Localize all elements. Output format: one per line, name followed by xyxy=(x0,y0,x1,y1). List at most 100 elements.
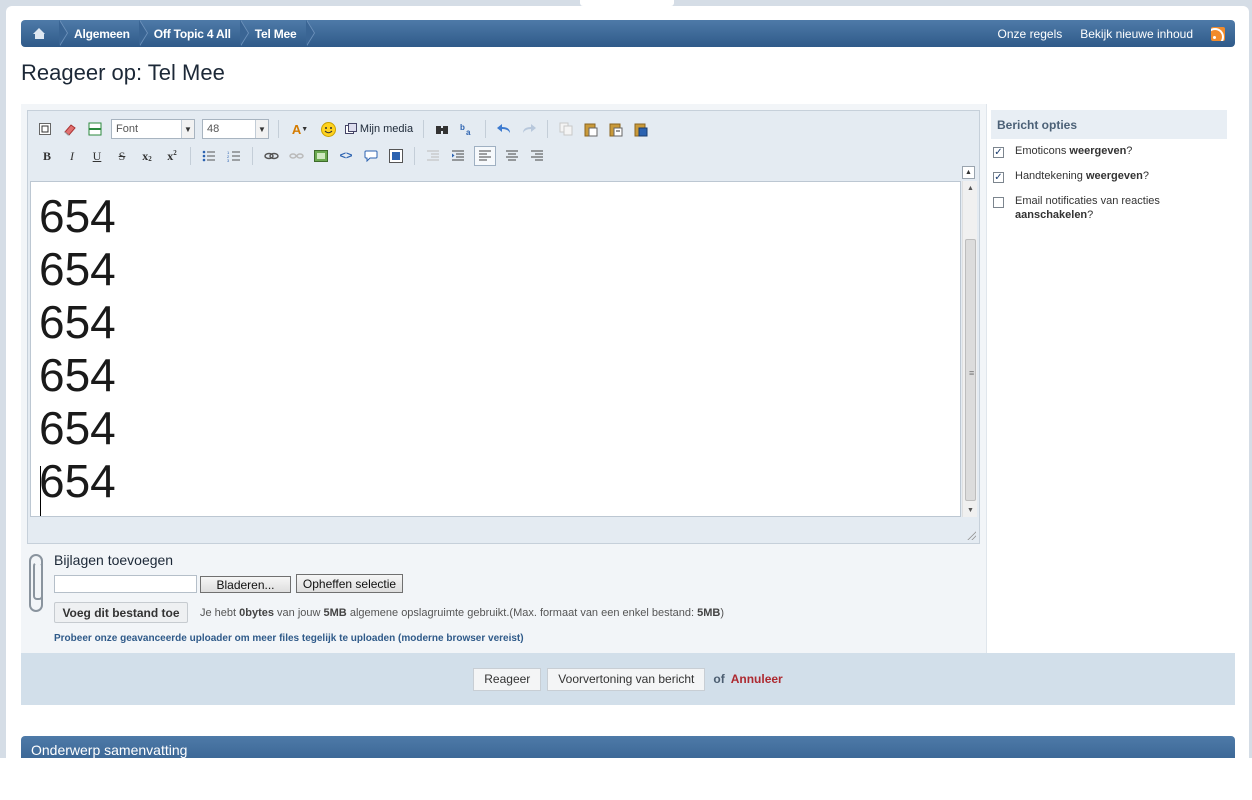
paperclip-icon xyxy=(29,554,43,612)
image-icon[interactable] xyxy=(312,147,330,165)
option-emoticons[interactable]: ✓ Emoticons weergeven? xyxy=(991,139,1227,164)
source-mode-icon[interactable] xyxy=(36,120,54,138)
unlink-icon[interactable] xyxy=(287,147,305,165)
toolbar-separator xyxy=(252,147,253,165)
copy-icon[interactable] xyxy=(557,120,575,138)
toolbar-separator xyxy=(547,120,548,138)
paste-icon[interactable] xyxy=(582,120,600,138)
scroll-down-icon[interactable]: ▼ xyxy=(963,503,978,517)
align-center-icon[interactable] xyxy=(503,147,521,165)
editor-section: Font ▼ 48 ▼ A ▼ Mijn media ba B I U S x … xyxy=(21,104,987,659)
svg-text:3: 3 xyxy=(227,158,230,162)
resize-handle-icon[interactable] xyxy=(966,530,976,540)
new-content-link[interactable]: Bekijk nieuwe inhoud xyxy=(1080,27,1193,41)
editor-line: 654 xyxy=(39,402,116,454)
editor-content: 654 654 654 654 654 654 xyxy=(31,182,960,508)
clear-selection-button[interactable]: Opheffen selectie xyxy=(296,574,403,593)
breadcrumb-right-links: Onze regels Bekijk nieuwe inhoud xyxy=(998,26,1235,41)
checkbox-unchecked-icon[interactable] xyxy=(993,197,1004,208)
home-icon xyxy=(33,28,46,39)
post-options-title: Bericht opties xyxy=(991,110,1227,139)
outdent-icon[interactable] xyxy=(424,147,442,165)
undo-icon[interactable] xyxy=(495,120,513,138)
underline-icon[interactable]: U xyxy=(88,147,106,165)
storage-quota-text: Je hebt 0bytes van jouw 5MB algemene ops… xyxy=(200,607,725,619)
add-file-button[interactable]: Voeg dit bestand toe xyxy=(54,602,188,623)
toolbar-separator xyxy=(278,120,279,138)
align-right-icon[interactable] xyxy=(528,147,546,165)
text-caret xyxy=(40,466,41,516)
preview-button[interactable]: Voorvertoning van bericht xyxy=(547,667,706,691)
page-title: Reageer op: Tel Mee xyxy=(21,60,225,85)
numbered-list-icon[interactable]: 123 xyxy=(225,147,243,165)
scroll-up-icon[interactable]: ▲ xyxy=(963,181,978,195)
code-icon[interactable]: <> xyxy=(337,147,355,165)
editor-toolbar-top: Font ▼ 48 ▼ A ▼ Mijn media ba xyxy=(28,115,979,143)
subscript-icon[interactable]: x2 xyxy=(138,147,156,165)
find-icon[interactable] xyxy=(433,120,451,138)
text-color-icon[interactable]: A ▼ xyxy=(288,120,312,138)
svg-text:b: b xyxy=(460,123,465,132)
rich-text-editor: Font ▼ 48 ▼ A ▼ Mijn media ba B I U S x … xyxy=(27,110,980,544)
grip-icon: ≡ xyxy=(969,368,975,378)
bold-icon[interactable]: B xyxy=(38,147,56,165)
option-signature[interactable]: ✓ Handtekening weergeven? xyxy=(991,164,1227,189)
indent-icon[interactable] xyxy=(449,147,467,165)
checkbox-checked-icon[interactable]: ✓ xyxy=(993,172,1004,183)
rules-link[interactable]: Onze regels xyxy=(998,27,1063,41)
editor-line: 654 xyxy=(39,243,116,295)
editor-line: 654 xyxy=(39,455,116,507)
strikethrough-icon[interactable]: S xyxy=(113,147,131,165)
toolbar-separator xyxy=(190,147,191,165)
italic-icon[interactable]: I xyxy=(63,147,81,165)
editor-line: 654 xyxy=(39,190,116,242)
paste-text-icon[interactable] xyxy=(607,120,625,138)
replace-icon[interactable]: ba xyxy=(458,120,476,138)
post-options-panel: Bericht opties ✓ Emoticons weergeven? ✓ … xyxy=(991,110,1227,222)
file-path-input[interactable] xyxy=(54,575,197,593)
checkbox-checked-icon[interactable]: ✓ xyxy=(993,147,1004,158)
editor-text-area[interactable]: 654 654 654 654 654 654 xyxy=(30,181,961,517)
align-left-icon[interactable] xyxy=(474,146,496,166)
page-break-icon[interactable] xyxy=(86,120,104,138)
font-select[interactable]: Font ▼ xyxy=(111,119,195,139)
editor-line: 654 xyxy=(39,349,116,401)
toolbar-separator xyxy=(414,147,415,165)
eraser-icon[interactable] xyxy=(61,120,79,138)
my-media-button[interactable]: Mijn media xyxy=(344,120,414,138)
bullet-list-icon[interactable] xyxy=(200,147,218,165)
page-bottom xyxy=(0,758,1252,800)
link-icon[interactable] xyxy=(262,147,280,165)
submit-bar: Reageer Voorvertoning van bericht of Ann… xyxy=(21,653,1235,705)
svg-text:a: a xyxy=(466,128,471,136)
editor-scrollbar[interactable]: ▲ ≡ ▼ xyxy=(962,181,977,517)
toolbar-separator xyxy=(485,120,486,138)
media-icon xyxy=(344,123,357,134)
attachments-section: Bijlagen toevoegen Bladeren... Opheffen … xyxy=(29,552,969,652)
breadcrumb-item-algemeen[interactable]: Algemeen xyxy=(60,20,148,47)
editor-toolbar-bottom: B I U S x2 x2 123 <> xyxy=(28,145,979,167)
chevron-down-icon: ▼ xyxy=(255,120,268,138)
paste-word-icon[interactable] xyxy=(632,120,650,138)
collapse-toolbar-icon[interactable]: ▲ xyxy=(962,166,975,179)
option-email-notify[interactable]: Email notificaties van reacties aanschak… xyxy=(991,189,1227,222)
cancel-link[interactable]: Annuleer xyxy=(731,672,783,686)
breadcrumb: Algemeen Off Topic 4 All Tel Mee Onze re… xyxy=(21,20,1235,47)
rss-icon[interactable] xyxy=(1211,26,1225,41)
quote-icon[interactable] xyxy=(362,147,380,165)
or-label: of xyxy=(713,672,725,686)
scroll-thumb[interactable]: ≡ xyxy=(965,239,976,501)
editor-line: 654 xyxy=(39,296,116,348)
font-size-select[interactable]: 48 ▼ xyxy=(202,119,269,139)
page: Algemeen Off Topic 4 All Tel Mee Onze re… xyxy=(6,6,1249,800)
superscript-icon[interactable]: x2 xyxy=(163,147,181,165)
reply-button[interactable]: Reageer xyxy=(473,667,542,691)
breadcrumb-item-off-topic[interactable]: Off Topic 4 All xyxy=(140,20,249,47)
advanced-uploader-link[interactable]: Probeer onze geavanceerde uploader om me… xyxy=(54,633,524,644)
redo-icon[interactable] xyxy=(520,120,538,138)
browse-button[interactable]: Bladeren... xyxy=(200,576,291,593)
smiley-icon[interactable] xyxy=(319,120,337,138)
media-embed-icon[interactable] xyxy=(387,147,405,165)
attachments-title: Bijlagen toevoegen xyxy=(54,552,174,568)
breadcrumb-home[interactable] xyxy=(21,20,68,47)
